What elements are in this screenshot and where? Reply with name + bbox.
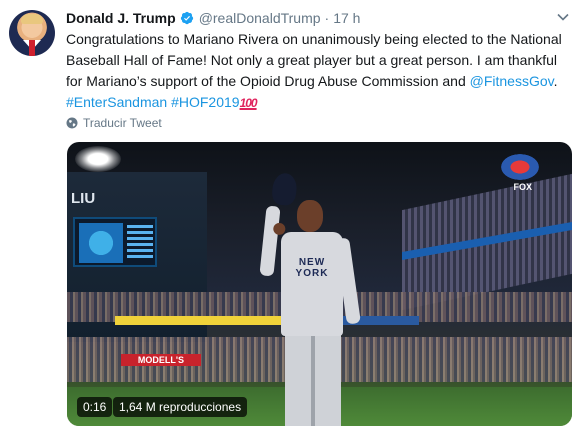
header-separator: · xyxy=(324,10,330,26)
video-views-badge: 1,64 M reproducciones xyxy=(113,397,248,417)
modells-banner: MODELL'S xyxy=(121,354,201,366)
scoreboard-screen xyxy=(79,223,123,263)
tweet-timestamp[interactable]: 17 h xyxy=(333,10,360,26)
stadium-light xyxy=(75,146,121,172)
scoreboard xyxy=(73,217,157,267)
tweet[interactable]: Donald J. Trump @realDonaldTrump · 17 h … xyxy=(0,0,580,435)
player-legs xyxy=(285,332,341,426)
tweet-text: Congratulations to Mariano Rivera on una… xyxy=(66,29,572,114)
player-raised-arm xyxy=(259,172,299,277)
mention-link[interactable]: @FitnessGov xyxy=(470,73,554,89)
hashtag-link[interactable]: #EnterSandman xyxy=(66,94,167,110)
avatar[interactable] xyxy=(9,10,55,56)
baseball-player: NEW YORK xyxy=(255,172,365,426)
player-head xyxy=(297,200,323,232)
tweet-header: Donald J. Trump @realDonaldTrump · 17 h xyxy=(66,8,360,28)
hashtag-link[interactable]: #HOF2019 xyxy=(171,94,239,110)
player-cap xyxy=(270,172,299,207)
video-duration-badge: 0:16 xyxy=(77,397,113,417)
verified-badge-icon xyxy=(180,11,193,25)
tweet-text-end: . xyxy=(553,73,558,89)
video-player[interactable]: LIU FOX MODELL'S NEW YORK 0:16 1,64 M re… xyxy=(67,142,572,426)
all-star-game-logo xyxy=(498,152,542,182)
translate-tweet-link[interactable]: Traducir Tweet xyxy=(66,115,162,131)
network-logo: FOX xyxy=(513,182,532,192)
stadium-sign: LIU xyxy=(71,190,96,207)
scoreboard-grid xyxy=(127,225,153,261)
hundred-points-icon: 100 xyxy=(239,96,258,110)
chevron-down-icon[interactable] xyxy=(556,10,570,24)
avatar-hair xyxy=(21,14,43,24)
globe-icon xyxy=(66,117,78,129)
author-name[interactable]: Donald J. Trump xyxy=(66,10,176,26)
jersey-lettering: NEW YORK xyxy=(295,257,329,279)
author-handle[interactable]: @realDonaldTrump xyxy=(199,10,321,26)
avatar-tie xyxy=(29,40,35,56)
player-jersey xyxy=(281,232,343,336)
translate-label: Traducir Tweet xyxy=(83,116,162,130)
